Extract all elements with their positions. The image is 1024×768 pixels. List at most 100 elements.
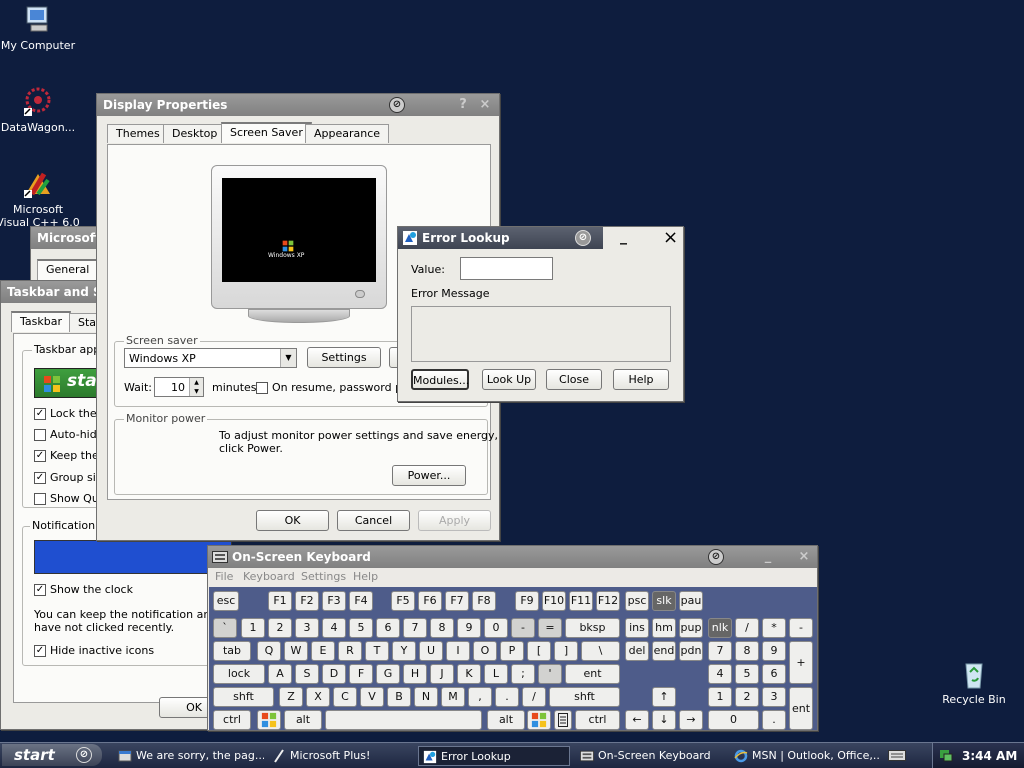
error-lookup-titlebar[interactable]: Error Lookup ⊘ [398, 227, 603, 249]
key-e[interactable]: E [311, 641, 335, 661]
help-icon[interactable]: ? [455, 97, 471, 113]
tab-appearance[interactable]: Appearance [305, 124, 390, 143]
key-f3[interactable]: F3 [322, 591, 346, 611]
show-clock-checkbox[interactable]: ✓ [34, 584, 46, 596]
key-comma[interactable]: , [468, 687, 492, 707]
key-num-enter[interactable]: ent [789, 687, 813, 730]
key-f1[interactable]: F1 [268, 591, 292, 611]
taskbar-item-browser[interactable]: We are sorry, the pag... [114, 746, 264, 766]
osk-titlebar[interactable]: On-Screen Keyboard ⊘ _ × [208, 546, 817, 568]
key-4[interactable]: 4 [322, 618, 346, 638]
key-7[interactable]: 7 [403, 618, 427, 638]
value-input[interactable] [460, 257, 553, 280]
key-left-bracket[interactable]: [ [527, 641, 551, 661]
key-y[interactable]: Y [392, 641, 416, 661]
key-j[interactable]: J [430, 664, 454, 684]
taskbar-item-msn[interactable]: MSN | Outlook, Office,... [730, 746, 880, 766]
settings-button[interactable]: Settings [307, 347, 381, 368]
key-backspace[interactable]: bksp [565, 618, 620, 638]
key-num-7[interactable]: 7 [708, 641, 732, 661]
pin-icon[interactable]: ⊘ [389, 97, 405, 113]
start-button[interactable]: start ⊘ [2, 744, 102, 766]
keep-on-top-checkbox[interactable]: ✓ [34, 450, 46, 462]
key-arrow-left[interactable]: ← [625, 710, 649, 730]
key-num-9[interactable]: 9 [762, 641, 786, 661]
tab-themes[interactable]: Themes [107, 124, 169, 143]
key-esc[interactable]: esc [213, 591, 239, 611]
key-k[interactable]: K [457, 664, 481, 684]
taskbar-item-microsoft-plus[interactable]: Microsoft Plus! [268, 746, 413, 766]
key-arrow-up[interactable]: ↑ [652, 687, 676, 707]
key-r[interactable]: R [338, 641, 362, 661]
key-caps-lock[interactable]: lock [213, 664, 265, 684]
modules-button[interactable]: Modules... [411, 369, 469, 390]
key-f10[interactable]: F10 [542, 591, 566, 611]
key-end[interactable]: end [652, 641, 676, 661]
key-quote[interactable]: ' [538, 664, 562, 684]
menu-keyboard[interactable]: Keyboard [243, 568, 295, 586]
key-right-alt[interactable]: alt [487, 710, 525, 730]
key-menu[interactable] [554, 710, 572, 730]
key-left-ctrl[interactable]: ctrl [213, 710, 251, 730]
key-num-divide[interactable]: / [735, 618, 759, 638]
clock[interactable]: 3:44 AM [962, 749, 1017, 763]
key-minus[interactable]: - [511, 618, 535, 638]
key-f5[interactable]: F5 [391, 591, 415, 611]
key-f8[interactable]: F8 [472, 591, 496, 611]
key-left-alt[interactable]: alt [284, 710, 322, 730]
key-num-decimal[interactable]: . [762, 710, 786, 730]
key-z[interactable]: Z [279, 687, 303, 707]
key-num-1[interactable]: 1 [708, 687, 732, 707]
desktop-icon-recycle-bin[interactable]: Recycle Bin [932, 658, 1016, 706]
key-c[interactable]: C [333, 687, 357, 707]
display-properties-titlebar[interactable]: Display Properties ⊘ ? × [97, 94, 499, 116]
key-u[interactable]: U [419, 641, 443, 661]
key-num-multiply[interactable]: * [762, 618, 786, 638]
keyboard-tray-icon[interactable] [888, 748, 906, 762]
key-w[interactable]: W [284, 641, 308, 661]
key-delete[interactable]: del [625, 641, 649, 661]
key-1[interactable]: 1 [241, 618, 265, 638]
chevron-down-icon[interactable]: ▼ [280, 349, 296, 367]
desktop-icon-visual-cpp[interactable]: Microsoft Visual C++ 6.0 [0, 168, 80, 229]
key-n[interactable]: N [414, 687, 438, 707]
key-num-6[interactable]: 6 [762, 664, 786, 684]
key-enter[interactable]: ent [565, 664, 620, 684]
auto-hide-checkbox[interactable] [34, 429, 46, 441]
key-p[interactable]: P [500, 641, 524, 661]
key-num-lock[interactable]: nlk [708, 618, 732, 638]
close-button[interactable]: Close [546, 369, 602, 390]
key-period[interactable]: . [495, 687, 519, 707]
ok-button[interactable]: OK [256, 510, 329, 531]
key-f2[interactable]: F2 [295, 591, 319, 611]
key-f12[interactable]: F12 [596, 591, 620, 611]
pin-icon[interactable]: ⊘ [708, 549, 724, 565]
key-left-windows[interactable] [257, 710, 281, 730]
key-t[interactable]: T [365, 641, 389, 661]
on-screen-keyboard-window[interactable]: On-Screen Keyboard ⊘ _ × File Keyboard S… [207, 545, 818, 731]
key-num-4[interactable]: 4 [708, 664, 732, 684]
key-num-2[interactable]: 2 [735, 687, 759, 707]
lock-taskbar-checkbox[interactable]: ✓ [34, 408, 46, 420]
cancel-button[interactable]: Cancel [337, 510, 410, 531]
key-l[interactable]: L [484, 664, 508, 684]
spinner-arrows-icon[interactable]: ▲ ▼ [189, 378, 203, 396]
tab-screen-saver[interactable]: Screen Saver [221, 122, 312, 143]
look-up-button[interactable]: Look Up [482, 369, 536, 390]
key-num-subtract[interactable]: - [789, 618, 813, 638]
key-psc[interactable]: psc [625, 591, 649, 611]
key-num-add[interactable]: + [789, 641, 813, 684]
network-tray-icon[interactable] [938, 747, 954, 763]
key-2[interactable]: 2 [268, 618, 292, 638]
minimize-icon[interactable]: _ [620, 229, 627, 245]
apply-button[interactable]: Apply [418, 510, 491, 531]
key-h[interactable]: H [403, 664, 427, 684]
key-f[interactable]: F [349, 664, 373, 684]
key-num-3[interactable]: 3 [762, 687, 786, 707]
group-similar-checkbox[interactable]: ✓ [34, 472, 46, 484]
menu-file[interactable]: File [215, 568, 233, 586]
tab-taskbar[interactable]: Taskbar [11, 311, 71, 332]
key-g[interactable]: G [376, 664, 400, 684]
minimize-icon[interactable]: _ [760, 549, 776, 565]
key-8[interactable]: 8 [430, 618, 454, 638]
